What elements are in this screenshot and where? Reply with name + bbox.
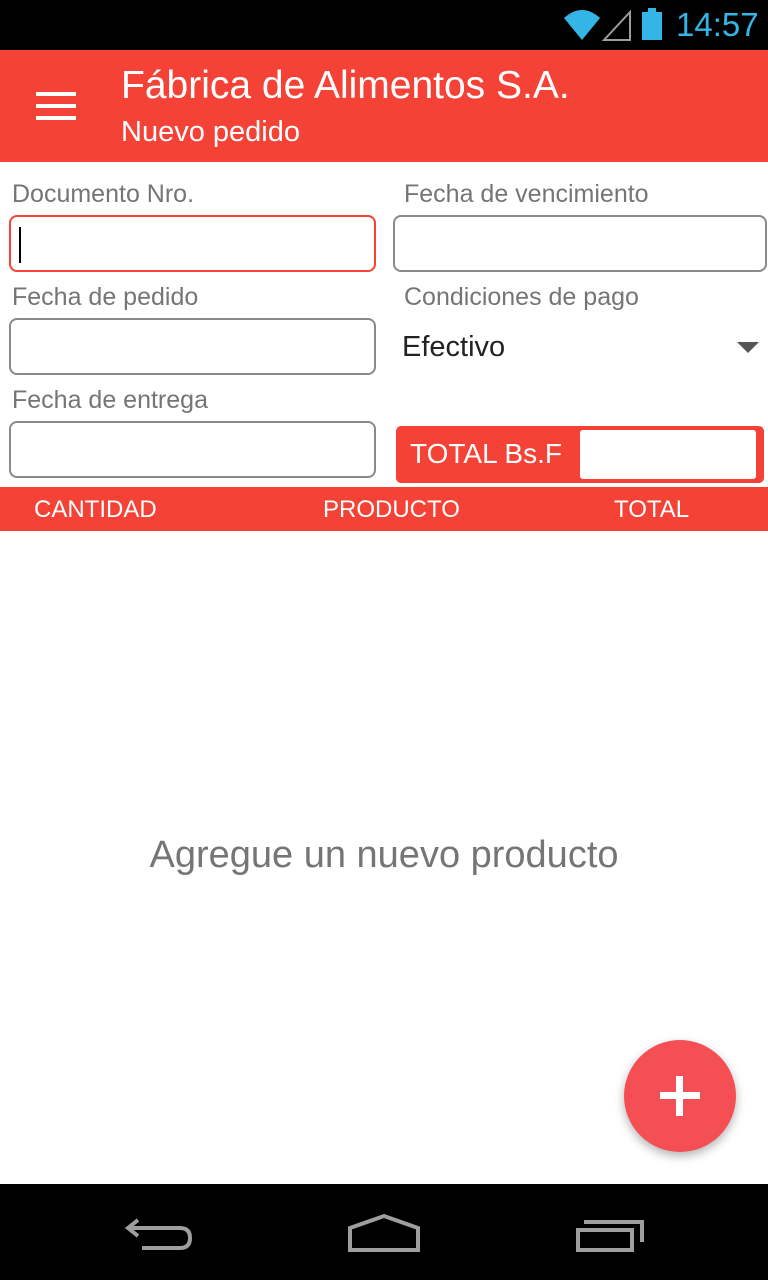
- text-cursor: [19, 227, 21, 263]
- recent-apps-icon[interactable]: [574, 1216, 648, 1254]
- documento-label: Documento Nro.: [12, 180, 195, 208]
- fecha-pedido-input[interactable]: [9, 318, 376, 375]
- battery-icon: [642, 8, 662, 40]
- wifi-icon: [564, 10, 600, 40]
- column-header-cantidad: CANTIDAD: [34, 496, 157, 523]
- signal-icon: [602, 9, 631, 41]
- page-subtitle: Nuevo pedido: [121, 116, 300, 148]
- documento-input[interactable]: [9, 215, 376, 272]
- status-clock: 14:57: [676, 6, 759, 43]
- condiciones-pago-value[interactable]: Efectivo: [402, 331, 505, 364]
- status-bar: 14:57: [0, 0, 768, 50]
- total-value-field: [580, 430, 756, 479]
- fecha-vencimiento-label: Fecha de vencimiento: [404, 180, 649, 208]
- fecha-entrega-label: Fecha de entrega: [12, 386, 208, 414]
- add-product-button[interactable]: [624, 1040, 736, 1152]
- menu-icon[interactable]: [30, 86, 82, 130]
- column-header-total: TOTAL: [614, 496, 690, 523]
- total-box: TOTAL Bs.F: [396, 426, 764, 483]
- home-icon[interactable]: [346, 1214, 422, 1254]
- fecha-entrega-input[interactable]: [9, 421, 376, 478]
- fecha-vencimiento-input[interactable]: [393, 215, 767, 272]
- back-icon[interactable]: [124, 1214, 196, 1254]
- total-label: TOTAL Bs.F: [410, 438, 562, 469]
- fecha-pedido-label: Fecha de pedido: [12, 283, 199, 311]
- app-title: Fábrica de Alimentos S.A.: [121, 64, 570, 107]
- dropdown-arrow-icon[interactable]: [737, 342, 759, 353]
- table-header: CANTIDAD PRODUCTO TOTAL: [0, 487, 768, 531]
- column-header-producto: PRODUCTO: [323, 496, 460, 523]
- navigation-bar: [0, 1184, 768, 1280]
- empty-list-message: Agregue un nuevo producto: [149, 834, 619, 876]
- app-bar: Fábrica de Alimentos S.A. Nuevo pedido: [0, 50, 768, 162]
- condiciones-pago-label: Condiciones de pago: [404, 283, 639, 311]
